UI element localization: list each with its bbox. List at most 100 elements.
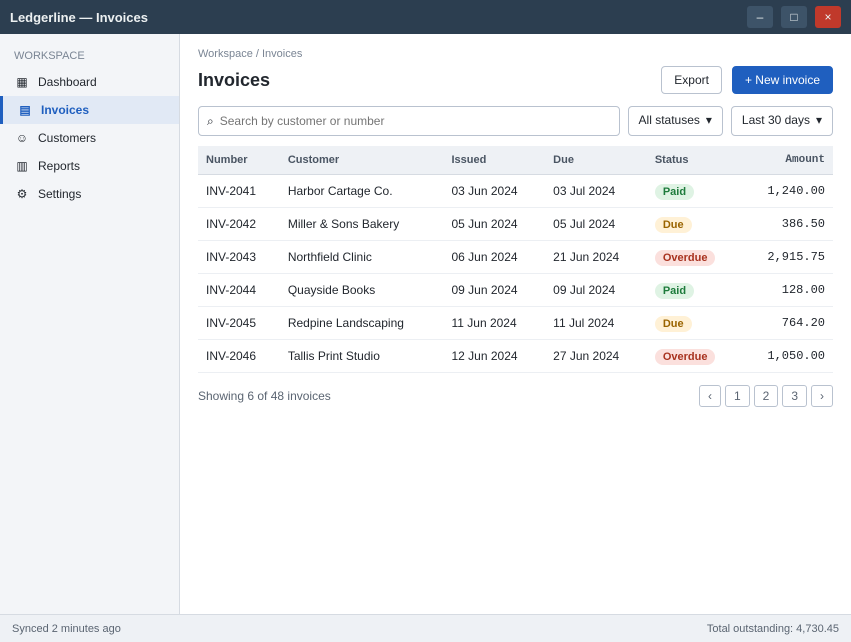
- table-cell: INV-2043: [198, 240, 280, 274]
- table-cell: 764.20: [741, 306, 833, 340]
- breadcrumb: Workspace / Invoices: [198, 48, 303, 60]
- table-cell: Overdue: [646, 339, 742, 373]
- search-icon: ⌕: [207, 113, 214, 128]
- main-panel: Workspace / Invoices Invoices Export + N…: [180, 34, 851, 614]
- table-cell: 21 Jun 2024: [545, 240, 647, 274]
- sidebar-item-label: Customers: [38, 131, 97, 145]
- sidebar-item-dashboard[interactable]: ▦ Dashboard: [0, 68, 179, 96]
- status-badge: Due: [654, 217, 692, 233]
- table-cell: 12 Jun 2024: [443, 339, 546, 373]
- table-cell: 128.00: [741, 273, 833, 307]
- sidebar-section-label: Workspace: [14, 50, 85, 62]
- column-header[interactable]: Number: [198, 146, 280, 175]
- outstanding-total: Total outstanding: 4,730.45: [706, 622, 839, 635]
- table-cell: 09 Jul 2024: [545, 273, 647, 307]
- sidebar-item-label: Settings: [38, 187, 82, 201]
- status-filter-value: All statuses: [638, 113, 700, 127]
- table-row[interactable]: INV-2042 Miller & Sons Bakery 05 Jun 2024 0…: [198, 207, 833, 241]
- table-cell: 03 Jun 2024: [443, 174, 546, 208]
- table-cell: Paid: [646, 273, 742, 307]
- column-header[interactable]: Issued: [443, 146, 546, 175]
- status-bar: Synced 2 minutes ago Total outstanding: …: [0, 614, 851, 642]
- window-title: Ledgerline — Invoices: [10, 9, 148, 25]
- page-title: Invoices: [198, 69, 271, 90]
- invoice-icon: ▤: [19, 103, 31, 117]
- table-cell: 11 Jun 2024: [443, 306, 546, 340]
- table-cell: Miller & Sons Bakery: [279, 207, 444, 241]
- status-badge: Overdue: [654, 349, 716, 365]
- table-cell: 03 Jul 2024: [545, 174, 647, 208]
- table-cell: INV-2045: [198, 306, 280, 340]
- table-cell: Due: [646, 306, 742, 340]
- sidebar-item-label: Reports: [38, 159, 81, 173]
- page-button[interactable]: ›: [811, 385, 833, 407]
- minimize-button[interactable]: –: [747, 6, 773, 28]
- sidebar-item-customers[interactable]: ☺ Customers: [0, 124, 179, 152]
- table-row[interactable]: INV-2045 Redpine Landscaping 11 Jun 2024 11…: [198, 306, 833, 340]
- table-cell: Redpine Landscaping: [279, 306, 444, 340]
- chevron-down-icon: ▾: [815, 113, 822, 127]
- table-cell: 1,240.00: [741, 174, 833, 208]
- table-cell: Northfield Clinic: [279, 240, 444, 274]
- sidebar-item-reports[interactable]: ▥ Reports: [0, 152, 179, 180]
- table-cell: 05 Jun 2024: [443, 207, 546, 241]
- page-button[interactable]: ‹: [698, 385, 721, 407]
- column-header[interactable]: Due: [545, 146, 647, 175]
- status-badge: Due: [654, 316, 692, 332]
- table-cell: INV-2041: [198, 174, 280, 208]
- table-cell: Quayside Books: [279, 273, 444, 307]
- table-cell: Harbor Cartage Co.: [279, 174, 444, 208]
- status-filter-select[interactable]: All statuses ▾: [627, 106, 723, 136]
- page-button[interactable]: 3: [782, 385, 807, 407]
- table-cell: Due: [646, 207, 742, 241]
- invoice-app-window: Ledgerline — Invoices – □ × Workspace ▦ D…: [0, 0, 851, 642]
- maximize-button[interactable]: □: [781, 6, 807, 28]
- table-cell: 11 Jul 2024: [545, 306, 647, 340]
- column-header[interactable]: Status: [646, 146, 742, 175]
- table-cell: INV-2042: [198, 207, 280, 241]
- table-cell: 06 Jun 2024: [443, 240, 546, 274]
- table-cell: Overdue: [646, 240, 742, 274]
- page-button[interactable]: 1: [724, 385, 750, 407]
- sidebar-item-label: Invoices: [41, 103, 90, 117]
- date-filter-value: Last 30 days: [741, 113, 810, 127]
- search-box[interactable]: ⌕: [198, 106, 620, 136]
- table-cell: 1,050.00: [741, 339, 833, 373]
- table-row[interactable]: INV-2043 Northfield Clinic 06 Jun 2024 21 J…: [198, 240, 833, 274]
- results-summary: Showing 6 of 48 invoices: [198, 389, 331, 403]
- column-header[interactable]: Customer: [279, 146, 444, 175]
- table-cell: INV-2044: [198, 273, 280, 307]
- status-badge: Overdue: [654, 250, 716, 266]
- table-cell: INV-2046: [198, 339, 280, 373]
- title-bar[interactable]: Ledgerline — Invoices – □ ×: [0, 0, 851, 34]
- new-invoice-button[interactable]: + New invoice: [731, 66, 833, 94]
- sidebar: Workspace ▦ Dashboard ▤ Invoices ☺ Customers ▥…: [0, 34, 180, 614]
- column-header[interactable]: Amount: [741, 146, 833, 175]
- reports-icon: ▥: [16, 159, 28, 173]
- close-button[interactable]: ×: [815, 6, 841, 28]
- date-filter-select[interactable]: Last 30 days ▾: [730, 106, 833, 136]
- sidebar-item-settings[interactable]: ⚙ Settings: [0, 180, 179, 208]
- sync-status: Synced 2 minutes ago: [12, 622, 121, 635]
- invoice-table: Number Customer Issued Due Status Amount INV-…: [198, 146, 833, 373]
- table-cell: Paid: [646, 174, 742, 208]
- table-cell: 2,915.75: [741, 240, 833, 274]
- page-button[interactable]: 2: [753, 385, 779, 407]
- table-cell: 386.50: [741, 207, 833, 241]
- gear-icon: ⚙: [16, 187, 28, 201]
- sidebar-item-invoices[interactable]: ▤ Invoices: [0, 96, 179, 124]
- customers-icon: ☺: [15, 131, 29, 145]
- chevron-down-icon: ▾: [705, 113, 712, 127]
- table-row[interactable]: INV-2046 Tallis Print Studio 12 Jun 2024 27…: [198, 339, 833, 373]
- status-badge: Paid: [654, 283, 695, 299]
- table-cell: 05 Jul 2024: [545, 207, 647, 241]
- dashboard-icon: ▦: [16, 75, 28, 89]
- pagination: ‹ 1 2 3 ›: [698, 385, 833, 407]
- export-button[interactable]: Export: [661, 66, 722, 94]
- table-row[interactable]: INV-2041 Harbor Cartage Co. 03 Jun 2024 03 …: [198, 174, 833, 208]
- table-row[interactable]: INV-2044 Quayside Books 09 Jun 2024 09 Jul …: [198, 273, 833, 307]
- table-cell: 09 Jun 2024: [443, 273, 546, 307]
- table-cell: 27 Jun 2024: [545, 339, 647, 373]
- search-input[interactable]: [219, 114, 611, 128]
- table-cell: Tallis Print Studio: [279, 339, 444, 373]
